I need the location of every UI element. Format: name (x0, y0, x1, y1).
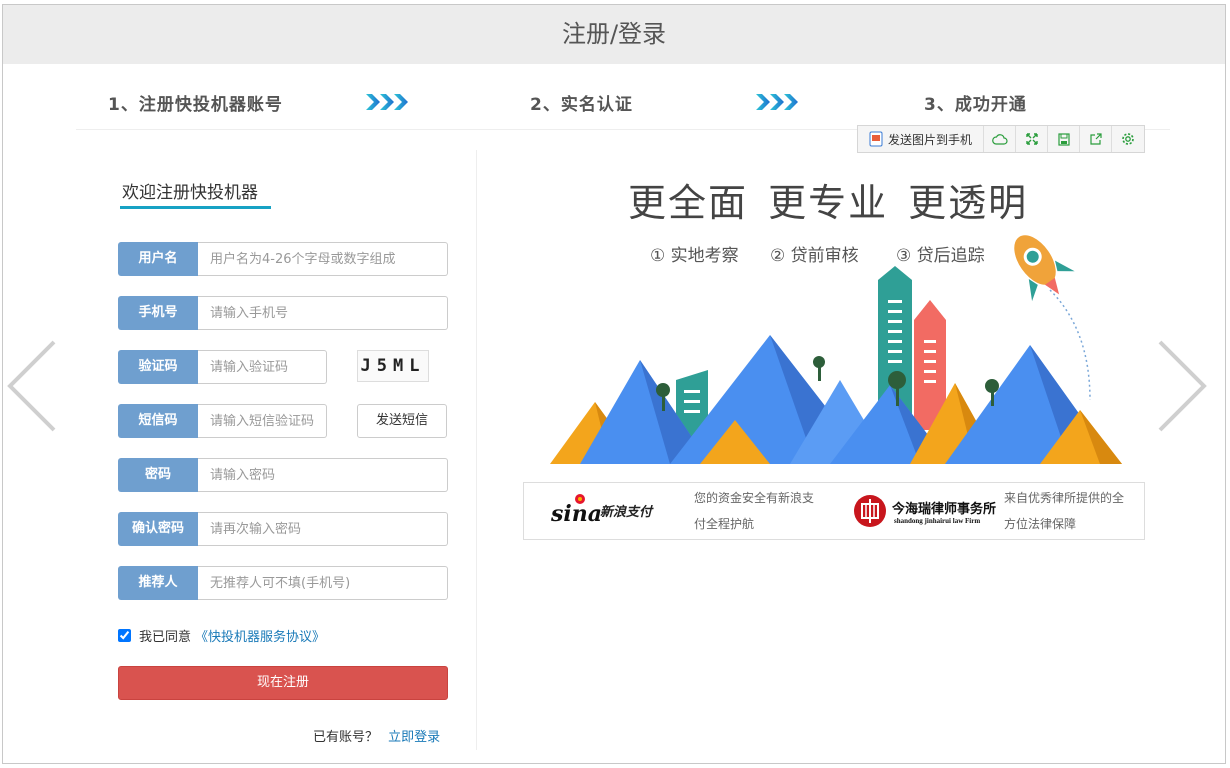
sina-logo-icon: sina (550, 494, 602, 527)
law-description: 来自优秀律所提供的全 方位法律保障 (1004, 485, 1124, 537)
phone-row: 手机号 (118, 296, 448, 330)
captcha-image[interactable]: J5ML (357, 350, 429, 382)
login-link[interactable]: 立即登录 (388, 730, 440, 745)
login-hint-text: 已有账号？ (313, 730, 379, 745)
phone-input[interactable] (198, 296, 448, 330)
phone-icon (869, 131, 883, 147)
username-label: 用户名 (118, 242, 198, 276)
captcha-input[interactable] (198, 350, 327, 384)
referrer-input[interactable] (198, 566, 448, 600)
form-title: 欢迎注册快投机器 (122, 183, 258, 203)
law-description-line-2: 方位法律保障 (1004, 517, 1077, 531)
confirm-password-input[interactable] (198, 512, 448, 546)
login-hint: 已有账号？ 立即登录 (313, 726, 440, 745)
steps-bar: 1、注册快投机器账号 2、实名认证 3、成功开通 (76, 82, 1170, 130)
partners-panel: sina 新浪支付 您的资金安全有新浪支 付全程护航 今海瑞律师事务所 shan… (523, 482, 1145, 540)
column-divider (476, 150, 477, 750)
confirm-password-label: 确认密码 (118, 512, 198, 546)
confirm-password-row: 确认密码 (118, 512, 448, 546)
sina-description-line-1: 您的资金安全有新浪支 (694, 491, 815, 505)
captcha-label: 验证码 (118, 350, 198, 384)
service-agreement-link[interactable]: 《快投机器服务协议》 (195, 626, 325, 645)
password-label: 密码 (118, 458, 198, 492)
sina-description: 您的资金安全有新浪支 付全程护航 (694, 485, 814, 537)
save-button[interactable] (1048, 126, 1080, 152)
agree-checkbox[interactable] (118, 629, 131, 642)
law-description-line-1: 来自优秀律所提供的全 (1004, 491, 1125, 505)
send-to-phone-button[interactable]: 发送图片到手机 (858, 126, 984, 152)
cloud-icon (991, 134, 1008, 145)
sms-code-label: 短信码 (118, 404, 198, 438)
promo-slogan: 更全面 更专业 更透明 (628, 181, 1029, 225)
page-header: 注册/登录 (3, 5, 1225, 64)
cloud-button[interactable] (984, 126, 1016, 152)
save-icon (1057, 132, 1070, 146)
law-firm-name: 今海瑞律师事务所 (892, 502, 997, 517)
captcha-row: 验证码 (118, 350, 327, 384)
agreement-row: 我已同意 《快投机器服务协议》 (118, 626, 325, 645)
referrer-row: 推荐人 (118, 566, 448, 600)
settings-icon (1122, 133, 1134, 145)
referrer-label: 推荐人 (118, 566, 198, 600)
sina-cn-name: 新浪支付 (600, 505, 653, 520)
step-arrow-icon (366, 94, 408, 110)
sms-code-input[interactable] (198, 404, 327, 438)
username-row: 用户名 (118, 242, 448, 276)
image-toolbar: 发送图片到手机 (857, 125, 1145, 153)
city-mountain-illustration (550, 235, 1122, 464)
step-3-label: 3、成功开通 (924, 95, 1027, 115)
step-2-label: 2、实名认证 (530, 95, 633, 115)
law-firm-english-name: shandong jinhairui law Firm (894, 517, 981, 525)
step-arrow-icon (756, 94, 798, 110)
settings-button[interactable] (1112, 126, 1144, 152)
step-1-label: 1、注册快投机器账号 (108, 95, 283, 115)
share-icon (1090, 132, 1102, 145)
send-sms-button[interactable]: 发送短信 (357, 404, 447, 438)
form-title-underline (120, 206, 271, 209)
prev-slide-arrow-icon[interactable] (6, 340, 56, 432)
sina-description-line-2: 付全程护航 (694, 517, 755, 531)
agree-text: 我已同意 (139, 630, 192, 645)
send-to-phone-label: 发送图片到手机 (887, 132, 972, 147)
sina-logo-text: sina (550, 501, 602, 527)
username-input[interactable] (198, 242, 448, 276)
law-firm-logo-icon (854, 495, 886, 527)
next-slide-arrow-icon[interactable] (1158, 340, 1208, 432)
phone-label: 手机号 (118, 296, 198, 330)
expand-icon (1025, 133, 1038, 145)
share-button[interactable] (1080, 126, 1112, 152)
register-button[interactable]: 现在注册 (118, 666, 448, 700)
sms-code-row: 短信码 (118, 404, 327, 438)
expand-button[interactable] (1016, 126, 1048, 152)
password-input[interactable] (198, 458, 448, 492)
password-row: 密码 (118, 458, 448, 492)
